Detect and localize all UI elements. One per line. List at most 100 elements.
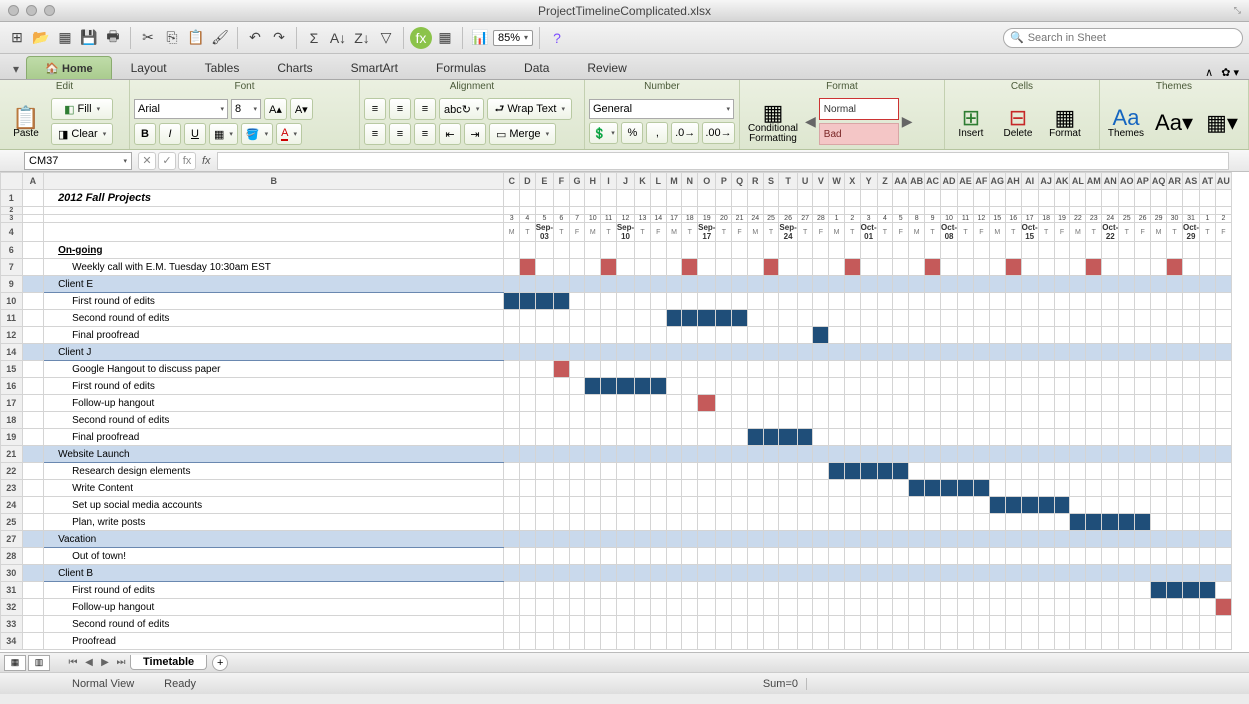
gantt-cell[interactable]: [813, 242, 829, 259]
gantt-cell[interactable]: [732, 514, 748, 531]
gantt-cell[interactable]: [1021, 497, 1038, 514]
gantt-cell[interactable]: [941, 310, 958, 327]
gantt-cell[interactable]: [860, 531, 877, 548]
gantt-cell[interactable]: [698, 480, 716, 497]
gantt-cell[interactable]: [925, 446, 941, 463]
gantt-cell[interactable]: [958, 480, 974, 497]
col-header[interactable]: E: [535, 173, 553, 190]
gantt-cell[interactable]: [1119, 463, 1135, 480]
gantt-cell[interactable]: [650, 310, 666, 327]
gantt-cell[interactable]: [893, 633, 909, 650]
gantt-cell[interactable]: [1070, 259, 1086, 276]
gantt-cell[interactable]: [1151, 429, 1167, 446]
gantt-cell[interactable]: [958, 378, 974, 395]
gantt-cell[interactable]: [1005, 242, 1021, 259]
gantt-cell[interactable]: [1005, 565, 1021, 582]
col-header[interactable]: AA: [893, 173, 909, 190]
gantt-cell[interactable]: [698, 259, 716, 276]
gantt-cell[interactable]: [1199, 378, 1215, 395]
gantt-cell[interactable]: [763, 259, 779, 276]
gantt-cell[interactable]: [877, 446, 893, 463]
gantt-cell[interactable]: [958, 446, 974, 463]
gantt-cell[interactable]: [763, 429, 779, 446]
gantt-cell[interactable]: [797, 633, 813, 650]
gantt-cell[interactable]: [1070, 616, 1086, 633]
gantt-cell[interactable]: [1102, 361, 1119, 378]
gantt-cell[interactable]: [650, 344, 666, 361]
col-header[interactable]: AQ: [1151, 173, 1167, 190]
gantt-cell[interactable]: [747, 616, 763, 633]
gantt-cell[interactable]: [925, 242, 941, 259]
gantt-cell[interactable]: [1119, 599, 1135, 616]
gantt-cell[interactable]: [1102, 616, 1119, 633]
align-middle-button[interactable]: ≡: [389, 98, 411, 120]
gantt-cell[interactable]: [698, 497, 716, 514]
gantt-cell[interactable]: [716, 344, 732, 361]
gantt-cell[interactable]: [732, 327, 748, 344]
gantt-cell[interactable]: [844, 327, 860, 344]
gantt-cell[interactable]: [1135, 548, 1151, 565]
gantt-cell[interactable]: [925, 412, 941, 429]
gantt-cell[interactable]: [1005, 429, 1021, 446]
col-header[interactable]: AH: [1005, 173, 1021, 190]
gantt-cell[interactable]: [616, 582, 634, 599]
font-color-button[interactable]: A: [276, 123, 302, 145]
gantt-cell[interactable]: [585, 531, 601, 548]
gantt-cell[interactable]: [1054, 599, 1070, 616]
gantt-cell[interactable]: [616, 633, 634, 650]
tab-smartart[interactable]: SmartArt: [332, 56, 417, 79]
gantt-cell[interactable]: [1215, 412, 1231, 429]
gantt-cell[interactable]: [797, 514, 813, 531]
gantt-cell[interactable]: [747, 259, 763, 276]
col-header[interactable]: O: [698, 173, 716, 190]
gantt-cell[interactable]: [860, 259, 877, 276]
gantt-cell[interactable]: [666, 310, 682, 327]
gantt-cell[interactable]: [1215, 497, 1231, 514]
gantt-cell[interactable]: [1102, 599, 1119, 616]
gantt-cell[interactable]: [682, 497, 698, 514]
themes-button[interactable]: AaThemes: [1104, 103, 1148, 141]
gantt-cell[interactable]: [1021, 633, 1038, 650]
col-header[interactable]: AI: [1021, 173, 1038, 190]
gantt-cell[interactable]: [844, 259, 860, 276]
gantt-cell[interactable]: [650, 361, 666, 378]
gantt-cell[interactable]: [973, 395, 989, 412]
style-prev-icon[interactable]: ◀: [805, 113, 816, 130]
gantt-cell[interactable]: [682, 463, 698, 480]
col-header[interactable]: AM: [1086, 173, 1102, 190]
gantt-cell[interactable]: [504, 531, 520, 548]
gantt-cell[interactable]: [1215, 531, 1231, 548]
gantt-cell[interactable]: [698, 412, 716, 429]
gantt-cell[interactable]: [1070, 344, 1086, 361]
gantt-cell[interactable]: [666, 361, 682, 378]
gantt-cell[interactable]: [1151, 395, 1167, 412]
gantt-cell[interactable]: [1199, 616, 1215, 633]
gantt-cell[interactable]: [666, 395, 682, 412]
gantt-cell[interactable]: [763, 310, 779, 327]
gantt-cell[interactable]: [1182, 378, 1199, 395]
gantt-cell[interactable]: [893, 480, 909, 497]
gantt-cell[interactable]: [1182, 259, 1199, 276]
gantt-cell[interactable]: [1119, 378, 1135, 395]
gantt-cell[interactable]: [682, 259, 698, 276]
gantt-cell[interactable]: [893, 565, 909, 582]
row-header[interactable]: 25: [1, 514, 23, 531]
row-header[interactable]: 16: [1, 378, 23, 395]
gantt-cell[interactable]: [682, 446, 698, 463]
gantt-cell[interactable]: [1199, 514, 1215, 531]
gantt-cell[interactable]: [893, 446, 909, 463]
gantt-cell[interactable]: [813, 344, 829, 361]
gantt-cell[interactable]: [813, 599, 829, 616]
gantt-cell[interactable]: [616, 327, 634, 344]
gantt-cell[interactable]: [504, 633, 520, 650]
gantt-cell[interactable]: [569, 293, 585, 310]
gantt-cell[interactable]: [601, 310, 617, 327]
gantt-cell[interactable]: [666, 463, 682, 480]
gantt-cell[interactable]: [1135, 327, 1151, 344]
gantt-cell[interactable]: [1215, 327, 1231, 344]
gantt-cell[interactable]: [1199, 463, 1215, 480]
gantt-cell[interactable]: [1119, 327, 1135, 344]
align-top-button[interactable]: ≡: [364, 98, 386, 120]
gantt-cell[interactable]: [1070, 480, 1086, 497]
gantt-cell[interactable]: [844, 531, 860, 548]
